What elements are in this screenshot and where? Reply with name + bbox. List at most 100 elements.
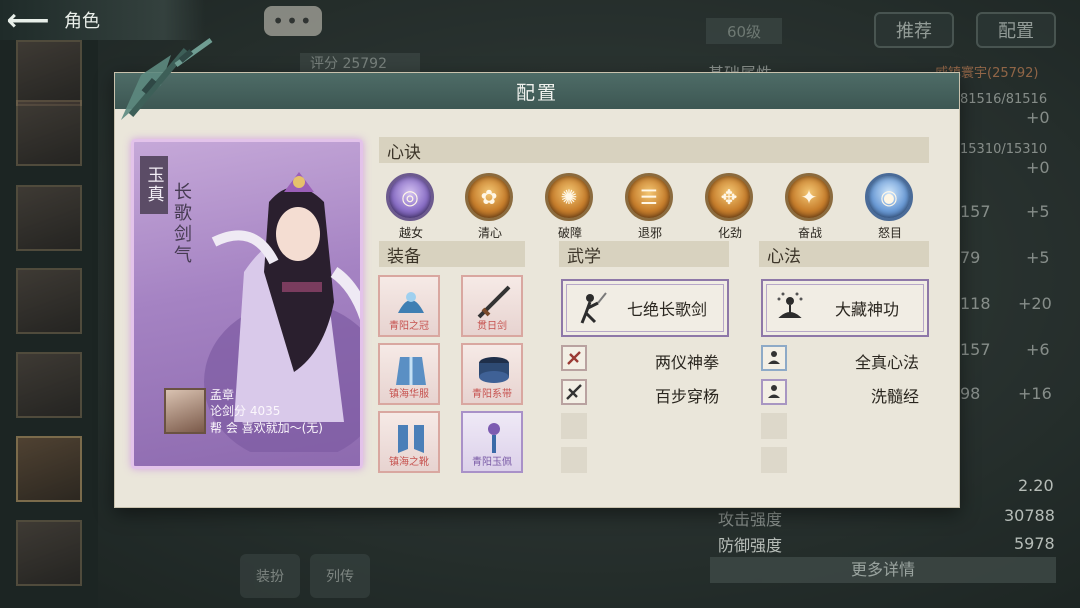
back-button[interactable]: ⟵ (0, 0, 56, 40)
character-avatar[interactable] (16, 185, 82, 251)
stat-value: 5978 (1014, 534, 1055, 553)
mind-sub-skill[interactable]: 洗髓经 (833, 383, 919, 407)
martial-section-title: 武学 (559, 241, 729, 267)
recommend-button[interactable]: 推荐 (874, 12, 954, 48)
config-button[interactable]: 配置 (976, 12, 1056, 48)
stat-label: 防御强度 (718, 536, 783, 555)
xinjue-label: 清心 (477, 226, 502, 240)
stat-value: 98 (960, 384, 981, 403)
ellipsis-icon: ••• (272, 9, 314, 33)
character-avatar[interactable] (16, 100, 82, 166)
sword-score: 论剑分 4035 (210, 404, 281, 418)
equipment-slot[interactable]: 青阳系带 (461, 343, 523, 405)
stat-value: 118 (960, 294, 991, 313)
more-details-button[interactable]: 更多详情 (710, 557, 1056, 583)
equipment-slot[interactable]: 镇海之靴 (378, 411, 440, 473)
xinjue-item[interactable]: ✺ 破障 (545, 173, 595, 241)
martial-main-skill[interactable]: 七绝长歌剑 (561, 279, 729, 337)
mind-sub-skill[interactable]: 全真心法 (833, 349, 919, 373)
player-info: 孟章 论剑分 4035 帮 会 喜欢就加～(无) (164, 386, 360, 436)
mind-main-skill[interactable]: 大藏神功 (761, 279, 929, 337)
guild-info: 帮 会 喜欢就加～(无) (210, 421, 323, 435)
fenzhan-icon: ✦ (785, 173, 833, 221)
player-avatar[interactable] (164, 388, 206, 434)
equipment-slot[interactable]: 青阳之冠 (378, 275, 440, 337)
empty-skill-slot[interactable] (761, 447, 787, 473)
xinjue-label: 化劲 (717, 226, 742, 240)
top-bar: ⟵ 角色 (0, 0, 205, 40)
character-avatar[interactable] (16, 352, 82, 418)
dialog-header: 配置 (115, 73, 959, 109)
character-tag: 玉真 (140, 156, 168, 214)
level-badge: 60级 (706, 18, 782, 44)
stat-value: 2.20 (1018, 476, 1054, 495)
martial-sub-skill[interactable]: 百步穿杨 (653, 383, 719, 407)
empty-skill-slot[interactable] (561, 413, 587, 439)
mind-main-label: 大藏神功 (834, 300, 899, 319)
xinjue-item[interactable]: ☰ 退邪 (625, 173, 675, 241)
stat-value: 30788 (1004, 506, 1055, 525)
character-avatar[interactable] (16, 436, 82, 502)
xinjue-label: 奋战 (797, 226, 822, 240)
stat-value: 79 (960, 248, 981, 267)
xinjue-label: 退邪 (637, 226, 662, 240)
chat-button[interactable]: ••• (264, 6, 322, 36)
empty-skill-slot[interactable] (761, 413, 787, 439)
martial-main-label: 七绝长歌剑 (626, 300, 707, 319)
biography-button[interactable]: 列传 (310, 554, 370, 598)
character-name: 长歌剑气 (171, 182, 192, 266)
stat-value: +16 (1018, 384, 1052, 403)
character-card: 玉真 长歌剑气 孟章 论剑分 4035 帮 会 喜欢就加～(无) (131, 139, 363, 469)
equipment-slot[interactable]: 青阳玉佩 (461, 411, 523, 473)
tuixie-icon: ☰ (625, 173, 673, 221)
xinjue-label: 越女 (398, 226, 423, 240)
page-title: 角色 (64, 11, 100, 32)
costume-button[interactable]: 装扮 (240, 554, 300, 598)
stat-value: +0 (1026, 108, 1050, 127)
mind-title: 心法 (767, 246, 801, 267)
empty-skill-slot[interactable] (561, 447, 587, 473)
archery-icon[interactable] (561, 379, 587, 405)
meditation-small-icon[interactable] (761, 379, 787, 405)
stat-value: +5 (1026, 202, 1050, 221)
equipment-slot[interactable]: 镇海华服 (378, 343, 440, 405)
stat-value: 81516/81516 (960, 92, 1048, 107)
robe-icon (396, 357, 426, 385)
xinjue-item[interactable]: ✦ 奋战 (785, 173, 835, 241)
sword-icon (477, 285, 511, 319)
boots-icon (398, 425, 424, 453)
dialog-title: 配置 (515, 81, 558, 104)
belt-icon (479, 357, 509, 383)
arrow-left-icon: ⟵ (6, 2, 50, 38)
character-avatar[interactable] (16, 268, 82, 334)
boxing-icon[interactable] (561, 345, 587, 371)
character-list (0, 40, 98, 608)
qingxin-icon: ✿ (465, 173, 513, 221)
stat-value: 157 (960, 202, 991, 221)
equipment-slot[interactable]: 贯日剑 (461, 275, 523, 337)
numu-icon: ◉ (865, 173, 913, 221)
meditation-icon (777, 292, 803, 318)
mind-section-title: 心法 (759, 241, 929, 267)
config-dialog: 配置 玉真 长歌剑气 孟章 论剑分 4035 帮 会 喜欢就加～(无) 心诀 ◎… (114, 37, 960, 508)
huajin-icon: ✥ (705, 173, 753, 221)
xinjue-item[interactable]: ✿ 清心 (465, 173, 515, 241)
stat-value: +5 (1026, 248, 1050, 267)
martial-sub-skill[interactable]: 两仪神拳 (653, 349, 719, 373)
character-avatar[interactable] (16, 40, 82, 106)
stat-value: +6 (1026, 340, 1050, 359)
xinjue-item[interactable]: ◎ 越女 (386, 173, 436, 241)
xinjue-section-title: 心诀 (379, 137, 929, 163)
character-avatar[interactable] (16, 520, 82, 586)
meditation-small-icon[interactable] (761, 345, 787, 371)
xinjue-label: 怒目 (877, 226, 902, 240)
xinjue-item[interactable]: ◉ 怒目 (865, 173, 915, 241)
stat-value: 15310/15310 (960, 142, 1048, 157)
stat-label: 攻击强度 (718, 510, 783, 529)
stat-value: +0 (1026, 158, 1050, 177)
xinjue-label: 破障 (557, 226, 582, 240)
xinjue-item[interactable]: ✥ 化劲 (705, 173, 755, 241)
pozhang-icon: ✺ (545, 173, 593, 221)
jade-pendant-icon (488, 423, 500, 453)
player-name: 孟章 (210, 388, 235, 402)
